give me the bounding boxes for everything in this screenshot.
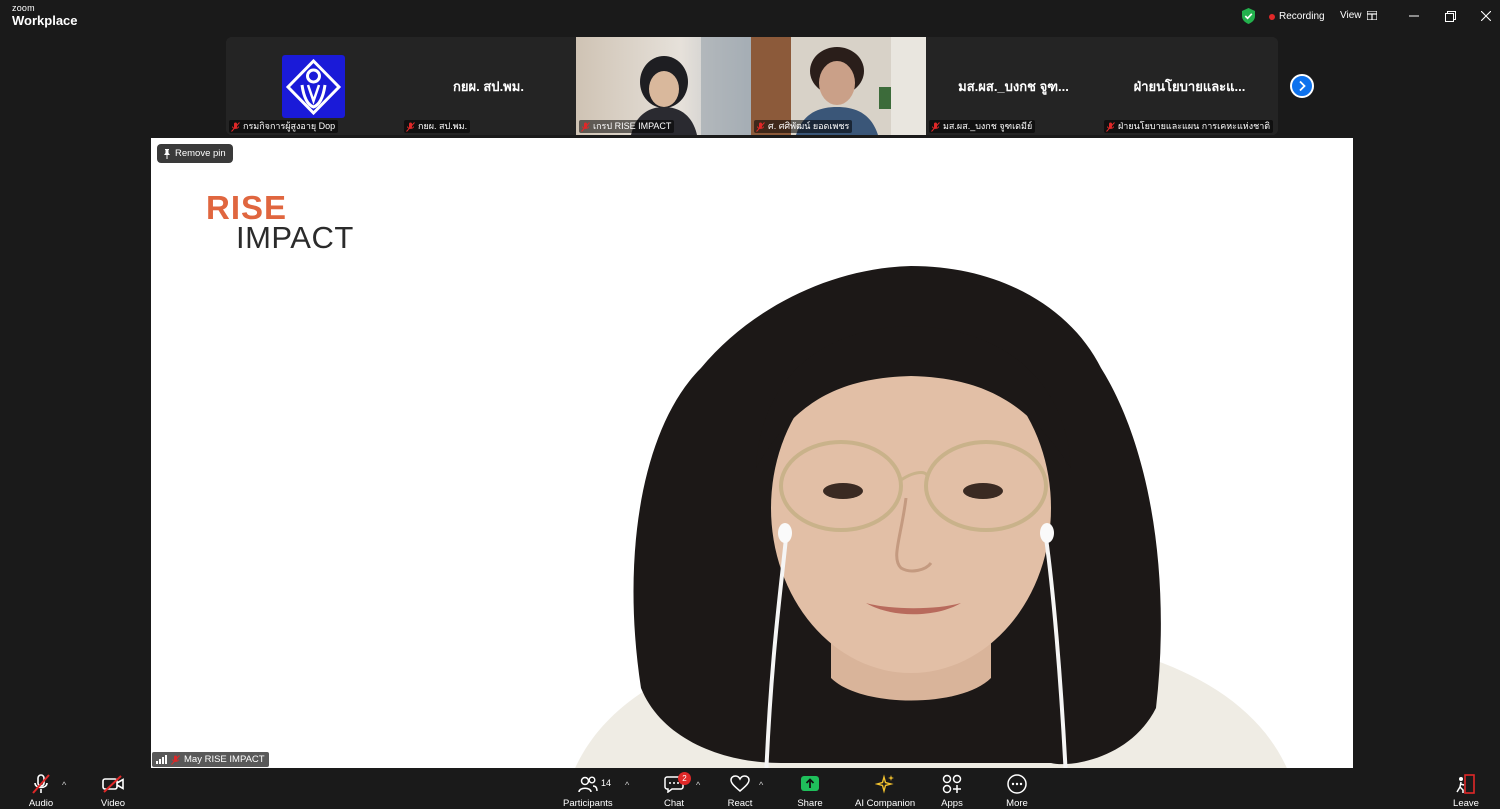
next-page-button[interactable] — [1290, 74, 1314, 98]
mic-muted-icon — [406, 121, 415, 132]
brand-text-top: RISE — [206, 189, 288, 226]
rise-impact-logo: RISE IMPACT — [206, 189, 354, 256]
apps-label: Apps — [941, 798, 963, 809]
participant-name: เกรป RISE IMPACT — [593, 121, 672, 131]
logo-small-text: zoom — [12, 3, 35, 13]
participant-tile[interactable]: มส.ผส._บงกช จูฑ... มส.ผส._บงกช จูฑเดมีย์ — [926, 37, 1101, 135]
video-off-icon — [102, 775, 124, 793]
participant-name-label: กยผ. สป.พม. — [404, 120, 471, 133]
close-icon — [1481, 11, 1491, 21]
mic-muted-icon — [581, 121, 590, 132]
mic-muted-icon — [756, 121, 765, 132]
recording-indicator[interactable]: Recording — [1269, 11, 1325, 22]
participant-name-label: ศ. ศศิพัฒน์ ยอดเพชร — [754, 120, 853, 133]
participant-name: ศ. ศศิพัฒน์ ยอดเพชร — [768, 121, 850, 131]
leave-door-icon — [1456, 774, 1475, 794]
participant-name-label: กรมกิจการผู้สูงอายุ Dop — [229, 120, 339, 133]
chat-label: Chat — [663, 798, 685, 809]
more-icon — [1007, 774, 1027, 794]
participant-tile[interactable]: ศ. ศศิพัฒน์ ยอดเพชร — [751, 37, 926, 135]
participant-tile[interactable]: กรมกิจการผู้สูงอายุ Dop — [226, 37, 401, 135]
participant-name-label: เกรป RISE IMPACT — [579, 120, 675, 133]
meeting-controls-toolbar: Audio ^ Video Participants 14 ^ 2 Chat ^… — [0, 769, 1500, 809]
recording-dot-icon — [1269, 13, 1275, 20]
leave-label: Leave — [1453, 798, 1479, 809]
video-label: Video — [100, 798, 126, 809]
participant-name: มส.ผส._บงกช จูฑเดมีย์ — [943, 121, 1033, 131]
react-button[interactable]: React — [727, 773, 753, 809]
restore-icon — [1444, 10, 1456, 22]
logo-big-text: Workplace — [12, 13, 78, 28]
react-options-chevron-icon[interactable]: ^ — [759, 780, 763, 790]
audio-button[interactable]: Audio — [28, 773, 54, 809]
view-label: View — [1340, 10, 1362, 21]
heart-icon — [730, 775, 750, 792]
main-speaker-video[interactable]: Remove pin RISE IMPACT May RISE IMPACT — [151, 138, 1353, 768]
speaker-person-image — [575, 266, 1287, 768]
recording-label: Recording — [1279, 11, 1325, 22]
ai-sparkle-icon — [875, 774, 895, 794]
audio-options-chevron-icon[interactable]: ^ — [62, 780, 66, 790]
share-label: Share — [797, 798, 823, 809]
signal-strength-icon — [156, 755, 167, 764]
dop-logo-image — [282, 55, 345, 118]
ai-companion-label: AI Companion — [855, 798, 916, 809]
participant-name: กรมกิจการผู้สูงอายุ Dop — [243, 121, 336, 131]
participant-name: ฝ่ายนโยบายและแผน การเคหะแห่งชาติ — [1118, 121, 1271, 131]
chat-options-chevron-icon[interactable]: ^ — [696, 780, 700, 790]
participant-tile[interactable]: กยผ. สป.พม. กยผ. สป.พม. — [401, 37, 576, 135]
apps-button[interactable]: Apps — [939, 773, 965, 809]
security-shield-icon[interactable] — [1241, 8, 1256, 24]
grid-view-icon — [1366, 11, 1377, 20]
speaker-name: May RISE IMPACT — [184, 754, 265, 765]
ai-companion-button[interactable]: AI Companion — [855, 773, 915, 809]
more-button[interactable]: More — [1004, 773, 1030, 809]
participant-name-label: ฝ่ายนโยบายและแผน การเคหะแห่งชาติ — [1104, 120, 1274, 133]
participants-options-chevron-icon[interactable]: ^ — [625, 780, 629, 790]
chevron-right-icon — [1299, 80, 1306, 92]
participant-name: กยผ. สป.พม. — [418, 121, 468, 131]
mic-muted-icon — [931, 121, 940, 132]
title-bar: zoom Workplace Recording View — [0, 0, 1500, 34]
share-button[interactable]: Share — [797, 773, 823, 809]
remove-pin-button[interactable]: Remove pin — [157, 144, 233, 163]
apps-icon — [942, 774, 962, 794]
mic-muted-icon — [1106, 121, 1115, 132]
mic-muted-icon — [171, 754, 180, 765]
audio-label: Audio — [28, 798, 54, 809]
mic-muted-icon — [231, 121, 240, 132]
participant-tile[interactable]: เกรป RISE IMPACT — [576, 37, 751, 135]
participants-count: 14 — [601, 778, 612, 788]
close-button[interactable] — [1474, 6, 1498, 26]
participants-label: Participants — [563, 798, 613, 809]
react-label: React — [727, 798, 753, 809]
brand-text-bottom: IMPACT — [236, 220, 354, 256]
share-screen-icon — [801, 776, 819, 791]
speaker-name-tag: May RISE IMPACT — [152, 752, 269, 767]
chat-button[interactable]: 2 Chat — [661, 772, 691, 809]
minimize-icon — [1409, 15, 1419, 17]
mic-muted-icon — [32, 774, 50, 794]
leave-button[interactable]: Leave — [1453, 773, 1479, 809]
participant-name-label: มส.ผส._บงกช จูฑเดมีย์ — [929, 120, 1036, 133]
more-label: More — [1006, 798, 1028, 809]
minimize-button[interactable] — [1402, 6, 1426, 26]
participant-tile[interactable]: ฝ่ายนโยบายและแ... ฝ่ายนโยบายและแผน การเค… — [1101, 37, 1278, 135]
remove-pin-label: Remove pin — [175, 148, 226, 159]
participant-thumbnail-strip: กรมกิจการผู้สูงอายุ Dop กยผ. สป.พม. กยผ.… — [226, 37, 1278, 135]
chat-unread-badge: 2 — [678, 772, 691, 785]
pin-icon — [164, 148, 170, 159]
restore-button[interactable] — [1438, 6, 1462, 26]
view-button[interactable]: View — [1340, 10, 1377, 21]
zoom-workplace-logo: zoom Workplace — [12, 3, 78, 28]
video-button[interactable]: Video — [100, 773, 126, 809]
participants-icon — [578, 776, 598, 793]
